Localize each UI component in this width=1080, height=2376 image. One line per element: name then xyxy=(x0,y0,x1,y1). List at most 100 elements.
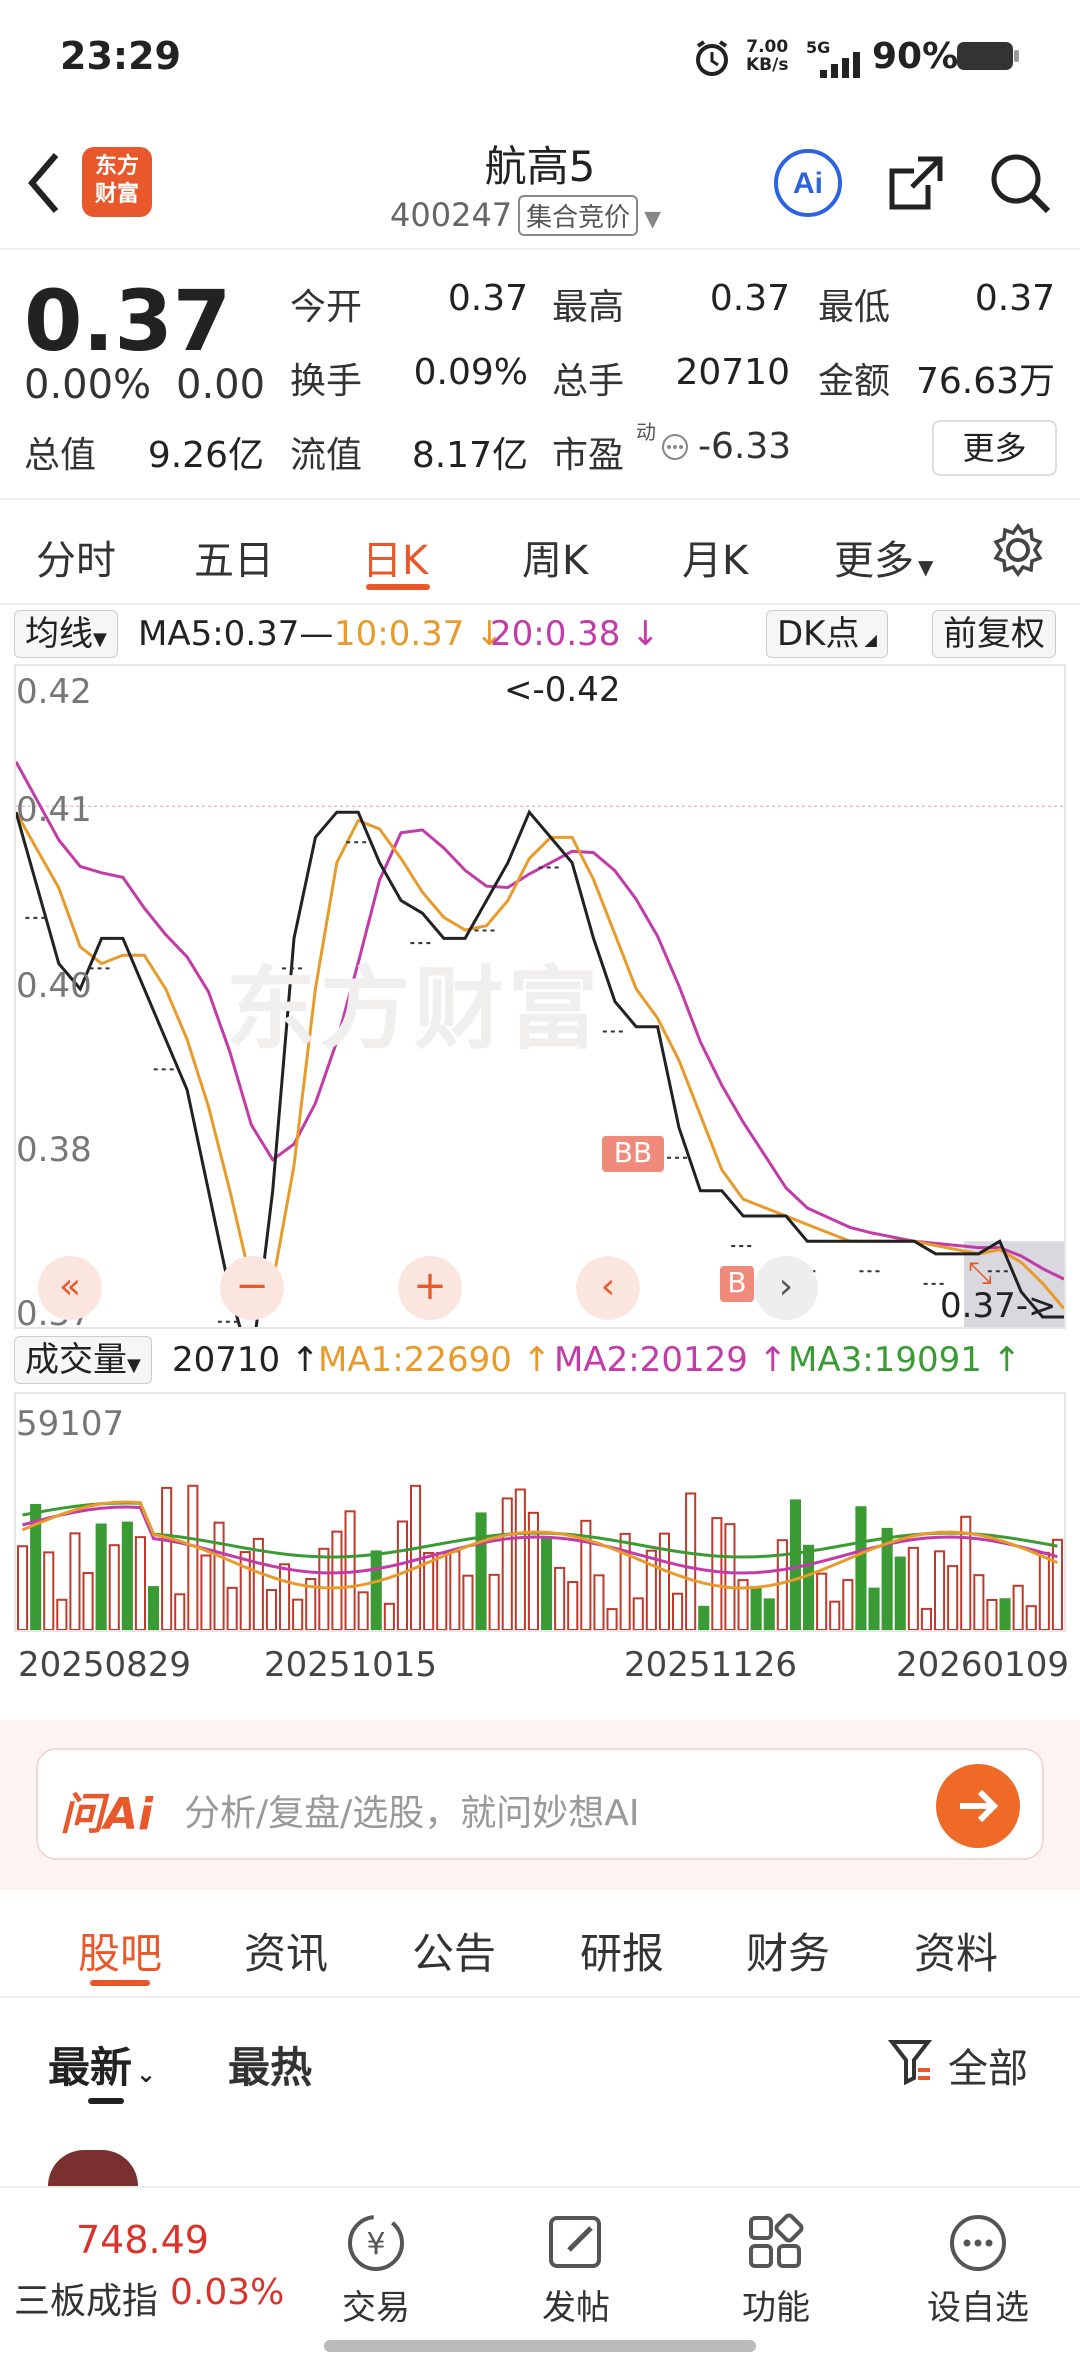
add-watchlist-icon[interactable] xyxy=(908,2208,1048,2282)
tab-more-label: 更多 xyxy=(834,538,914,584)
volume-bar xyxy=(855,1506,867,1630)
volume-bar xyxy=(567,1581,579,1630)
home-indicator[interactable] xyxy=(324,2340,756,2352)
nav-trade[interactable]: 交易 xyxy=(306,2280,446,2329)
nav-watchlist[interactable]: 设自选 xyxy=(908,2280,1048,2329)
ma5-label: MA5:0.37— xyxy=(138,614,334,654)
volume-label: 总手 xyxy=(552,361,625,402)
sort-latest[interactable]: 最新 ⌄ xyxy=(48,2034,156,2095)
volume-bar xyxy=(69,1532,81,1630)
volume-bar xyxy=(554,1566,566,1630)
volume-bar xyxy=(907,1546,919,1630)
post-icon[interactable] xyxy=(506,2208,646,2282)
nav-function[interactable]: 功能 xyxy=(706,2280,846,2329)
amount-value: 76.63万 xyxy=(915,361,1055,402)
signal-icon xyxy=(820,52,860,78)
filter-all[interactable]: 全部 xyxy=(948,2036,1028,2094)
volume-bar xyxy=(475,1512,487,1630)
volume-legend-row: 成交量▼ 20710 ↑ MA1:22690 ↑ MA2:20129 ↑ MA3… xyxy=(14,1334,1066,1388)
function-icon[interactable] xyxy=(706,2208,846,2282)
filter-icon[interactable] xyxy=(888,2038,932,2086)
zoom-in-button[interactable]: + xyxy=(398,1256,462,1320)
scroll-right-button[interactable]: › xyxy=(754,1256,818,1320)
volume-bar xyxy=(724,1523,736,1630)
ma-select[interactable]: 均线▼ xyxy=(14,610,118,658)
expand-icon[interactable]: ⤡ xyxy=(968,1256,1008,1320)
trade-icon[interactable]: ¥ xyxy=(306,2208,446,2282)
search-icon[interactable] xyxy=(988,151,1054,217)
volume-select[interactable]: 成交量▼ xyxy=(14,1336,152,1384)
status-bar: 23:29 7.00 KB/s 5G 90% xyxy=(0,0,1080,115)
tab-intraday[interactable]: 分时 xyxy=(36,528,116,586)
info-icon[interactable] xyxy=(660,432,690,462)
volume-bar xyxy=(226,1586,238,1630)
tab-profile[interactable]: 资料 xyxy=(914,1920,998,1981)
avatar[interactable] xyxy=(48,2150,138,2186)
date-label: 20251126 xyxy=(624,1645,798,1685)
volume-bar xyxy=(999,1598,1011,1630)
volume-bar xyxy=(331,1530,343,1630)
volume-bar xyxy=(829,1600,841,1630)
volume-bar xyxy=(789,1499,802,1630)
volume-value: 20710 xyxy=(675,352,790,393)
adjust-select[interactable]: 前复权 xyxy=(932,610,1056,658)
status-time: 23:29 xyxy=(60,34,181,78)
scroll-left-button[interactable]: ‹ xyxy=(576,1256,640,1320)
settings-icon[interactable] xyxy=(990,522,1046,578)
volume-chart[interactable]: 59107 xyxy=(14,1392,1066,1632)
tab-monthly-k[interactable]: 月K xyxy=(682,528,748,586)
tab-forum[interactable]: 股吧 xyxy=(78,1920,162,1981)
buy-marker-bb[interactable]: BB xyxy=(602,1136,664,1172)
volume-bar xyxy=(488,1573,500,1630)
mktcap-label: 总值 xyxy=(24,435,97,476)
sort-hot[interactable]: 最热 xyxy=(228,2034,312,2095)
buy-marker-b[interactable]: B xyxy=(720,1266,754,1302)
quote-panel: 0.37 0.00% 0.00 总值 9.26亿 今开 0.37 最高 0.37… xyxy=(0,250,1080,500)
ai-submit-button[interactable] xyxy=(936,1764,1020,1848)
float-value: 8.17亿 xyxy=(411,435,528,476)
change-pct: 0.00% xyxy=(24,362,152,408)
dk-point-toggle[interactable]: DK点 ◢ xyxy=(766,610,888,658)
y-label-040: 0.40 xyxy=(16,966,92,1006)
volume-bar xyxy=(318,1547,330,1630)
volume-bar xyxy=(370,1550,382,1630)
tab-weekly-k[interactable]: 周K xyxy=(522,528,588,586)
zoom-out-button[interactable]: − xyxy=(220,1256,284,1320)
volume-bar xyxy=(986,1598,998,1630)
volume-ma3: MA3:19091 ↑ xyxy=(788,1340,1022,1380)
volume-bar xyxy=(606,1608,618,1630)
tab-finance[interactable]: 财务 xyxy=(746,1920,830,1981)
volume-bar xyxy=(593,1574,605,1630)
share-icon[interactable] xyxy=(884,151,948,215)
tab-five-day[interactable]: 五日 xyxy=(194,528,274,586)
volume-max-label: 59107 xyxy=(16,1404,125,1444)
volume-bar xyxy=(357,1591,369,1630)
tab-indicator xyxy=(366,584,430,590)
tab-announcements[interactable]: 公告 xyxy=(412,1920,496,1981)
volume-bar xyxy=(56,1598,68,1630)
more-button[interactable]: 更多 xyxy=(932,420,1057,476)
ai-input-box[interactable]: 问Ai 分析/复盘/选股，就问妙想AI xyxy=(36,1748,1044,1860)
volume-bar xyxy=(868,1587,880,1630)
pe-dynamic-tag: 动 xyxy=(636,420,656,444)
scroll-left-fast-button[interactable]: « xyxy=(38,1256,102,1320)
tab-news[interactable]: 资讯 xyxy=(244,1920,328,1981)
kline-chart[interactable]: 东方财富 0.42 0.41 0.40 0.38 0.37 <-0.42 0.3… xyxy=(14,664,1066,1334)
index-name[interactable]: 三板成指 xyxy=(14,2272,158,2324)
period-tabs: 分时 五日 日K 周K 月K 更多 ▼ xyxy=(0,500,1080,605)
ma-legend-row: 均线▼ MA5:0.37— 10:0.37 ↓ 20:0.38 ↓ DK点 ◢ … xyxy=(14,608,1066,662)
index-value[interactable]: 748.49 xyxy=(76,2218,209,2262)
volume-bar xyxy=(672,1592,684,1630)
tab-research[interactable]: 研报 xyxy=(580,1920,664,1981)
tab-daily-k[interactable]: 日K xyxy=(362,528,428,586)
volume-bar xyxy=(685,1492,697,1630)
index-pct[interactable]: 0.03% xyxy=(170,2272,284,2313)
stock-code-line[interactable]: 400247 集合竞价 ▼ xyxy=(390,195,661,236)
ai-assistant-icon[interactable]: Ai xyxy=(772,147,844,219)
stock-header: 东方 财富 航高5 400247 集合竞价 ▼ Ai xyxy=(0,115,1080,250)
turnover-value: 0.09% xyxy=(413,352,528,393)
tab-more[interactable]: 更多 ▼ xyxy=(834,528,933,586)
volume-bar xyxy=(43,1551,55,1630)
volume-bar xyxy=(396,1520,408,1630)
nav-post[interactable]: 发帖 xyxy=(506,2280,646,2329)
